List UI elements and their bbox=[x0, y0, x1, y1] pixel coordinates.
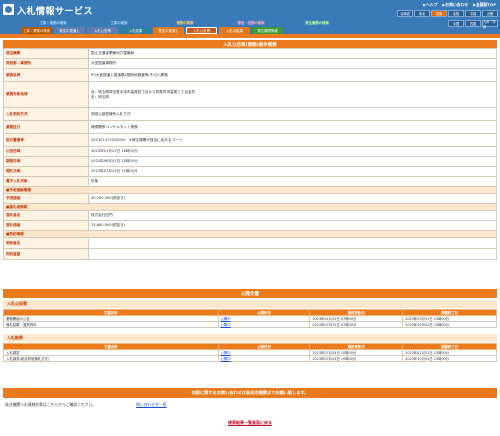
detail-row: 落札価格 23,860,000(税抜き) bbox=[3, 220, 497, 231]
contact-list-link[interactable]: 問い合わせ先一覧 bbox=[136, 402, 166, 408]
detail-row: 期限日時 2023年06月01日 15時00分 bbox=[3, 156, 497, 167]
region-tab-chugoku[interactable]: 中国 bbox=[448, 20, 464, 27]
document-link[interactable]: 公開中 bbox=[217, 321, 311, 328]
nav-label-service: 業務の検索 bbox=[176, 21, 194, 25]
region-tab-shikoku[interactable]: 四国 bbox=[465, 20, 481, 27]
tab-service-outlook[interactable]: 発注の見通し bbox=[153, 27, 184, 34]
detail-row: 電子入札対象 対象 bbox=[3, 176, 497, 187]
contact-link[interactable]: ▶お問い合わせ bbox=[442, 2, 468, 8]
contact-text: 発注機関への連絡先等はこちらからご確認ください。 bbox=[5, 401, 97, 407]
tab-agency-info[interactable]: 発注機関情報 bbox=[252, 27, 283, 34]
documents-group-notices: 入札公告等 bbox=[3, 300, 497, 308]
detail-table: 発注機関 国土交通省関東地方整備局 契約部・事務所 大宮国道事務所 業務名称 R5大宮… bbox=[3, 48, 497, 260]
detail-group-header: ■落札者情報 bbox=[3, 203, 497, 211]
tab-construction-results[interactable]: 入札結果 bbox=[120, 27, 151, 34]
document-link[interactable]: 公開中 bbox=[217, 355, 311, 362]
region-tab-kanto[interactable]: 関東 bbox=[431, 10, 447, 17]
table-row: 入札調書(総合評価落札方式) 公開中 2023年07月24日 10時00分 20… bbox=[3, 355, 497, 362]
table-row: 落札結果・選択資料 公開中 2023年07月25日 07時00分 2023年10… bbox=[3, 321, 497, 328]
region-tabs-row2: 中国 四国 九州・沖縄 bbox=[448, 20, 498, 29]
detail-row: 予定価格 30,200,000(税抜き) bbox=[3, 193, 497, 204]
search-tabs: 工事・業務の検索 発注の見通し 入札公告等 入札結果 発注の見通し 入札公告等 … bbox=[21, 27, 283, 34]
nav-label-prefix: 工事・業務の検索 bbox=[39, 21, 67, 25]
region-tab-tohoku[interactable]: 東北 bbox=[414, 10, 430, 17]
nav-label-construction: 工事の検索 bbox=[110, 21, 128, 25]
app-title: 入札情報サービス bbox=[17, 7, 94, 17]
tab-service-notices[interactable]: 入札公告等 bbox=[186, 27, 217, 34]
documents-table-notices: 文書名称 公開状況 最終更新日 掲載終了日 業務開始の公告 公開中 2023年0… bbox=[3, 309, 497, 328]
region-tab-kinki[interactable]: 近畿 bbox=[482, 10, 498, 17]
detail-row: 落札者名 株式会社四門 bbox=[3, 210, 497, 221]
documents-group-results: 入札結果 bbox=[3, 334, 497, 342]
detail-row: 入札契約方式 簡易公募型競争入札方式 bbox=[3, 107, 497, 121]
detail-row: 契約者名 bbox=[3, 237, 497, 249]
region-tab-hokkaido[interactable]: 北海道 bbox=[397, 10, 413, 17]
national-top-link[interactable]: ▶全国版TOP bbox=[473, 2, 496, 8]
tab-construction-outlook[interactable]: 発注の見通し bbox=[54, 27, 85, 34]
help-link[interactable]: ▶ヘルプ bbox=[423, 2, 437, 8]
region-tab-hokuriku[interactable]: 北陸 bbox=[448, 10, 464, 17]
documents-section-title: 公開文書 bbox=[3, 289, 497, 298]
detail-row: 業務名称 R5大宮国道上尾道路2期用地調査等(その2)業務 bbox=[3, 68, 497, 82]
detail-row: 契約部・事務所 大宮国道事務所 bbox=[3, 58, 497, 69]
detail-row: 発注機関 国土交通省関東地方整備局 bbox=[3, 48, 497, 59]
detail-row: 業務区分 補償関係コンサルタント業務 bbox=[3, 120, 497, 134]
top-links: ▶ヘルプ ▶お問い合わせ ▶全国版TOP bbox=[423, 2, 496, 8]
detail-row: 業務対象地域 自：埼玉県埼玉県北本市高尾四丁目から同県同市高尾三丁目会先 至：埼玉… bbox=[3, 81, 497, 108]
documents-table-results: 文書名称 公開状況 最終更新日 掲載終了日 入札調書 公開中 2023年07月2… bbox=[3, 343, 497, 362]
detail-row: 設計書番号 202301472020000 ※発注機関が独自に定めるコード bbox=[3, 133, 497, 147]
inquiry-notice: 内容に関するお問い合わせは各発注機関までお願い致します。 bbox=[3, 388, 497, 398]
back-to-results-link[interactable]: 検索結果一覧画面に戻る bbox=[0, 420, 500, 426]
detail-row: 公告日時 2023年01月22日 16時00分 bbox=[3, 146, 497, 157]
region-tabs-row1: 北海道 東北 関東 北陸 中部 近畿 bbox=[397, 10, 498, 17]
tab-search-top[interactable]: 工事・業務の検索 bbox=[21, 27, 52, 34]
detail-row: 開札日時 2023年07月15日 11時00分 bbox=[3, 166, 497, 177]
header-divider bbox=[0, 34, 500, 38]
nav-label-agency: 発注機関の検索 bbox=[305, 21, 329, 25]
region-tab-chubu[interactable]: 中部 bbox=[465, 10, 481, 17]
detail-group-header: ■予定価格情報 bbox=[3, 186, 497, 194]
contact-row: 発注機関への連絡先等はこちらからご確認ください。 問い合わせ先一覧 bbox=[3, 400, 497, 409]
nav-label-goods: 物品・役務の検索 bbox=[237, 21, 265, 25]
detail-row: 契約金額 bbox=[3, 248, 497, 260]
search-category-labels: 工事・業務の検索 工事の検索 業務の検索 物品・役務の検索 発注機関の検索 bbox=[21, 20, 349, 25]
tab-construction-notices[interactable]: 入札公告等 bbox=[87, 27, 118, 34]
region-tab-kyushu[interactable]: 九州・沖縄 bbox=[482, 20, 498, 29]
logo-icon bbox=[3, 4, 14, 15]
tab-service-results[interactable]: 入札の結果 bbox=[219, 27, 250, 34]
detail-group-header: ■契約情報 bbox=[3, 230, 497, 238]
